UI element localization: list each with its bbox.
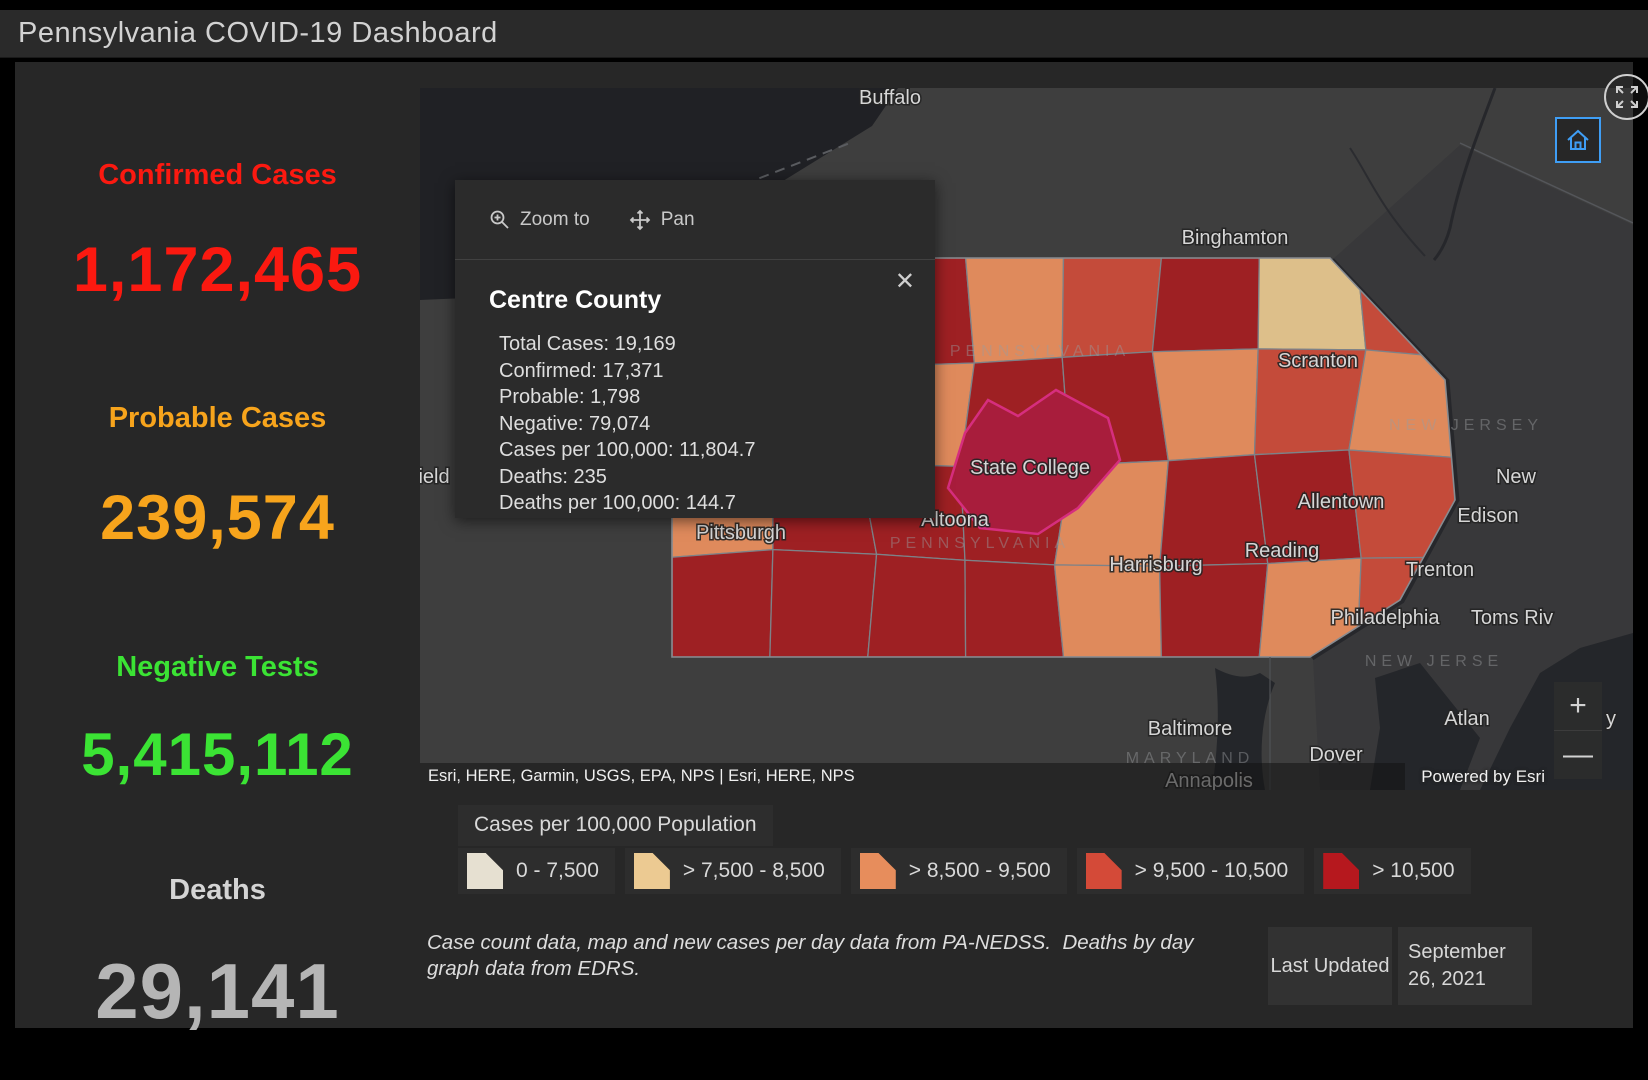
legend-swatch-icon (467, 853, 503, 889)
last-updated-value: September 26, 2021 (1398, 927, 1532, 1005)
popup-county-stats: Total Cases: 19,169 Confirmed: 17,371 Prob… (455, 315, 935, 517)
pan-icon (629, 209, 650, 230)
county-polygon[interactable] (1158, 562, 1269, 657)
legend-item: > 9,500 - 10,500 (1076, 848, 1305, 894)
map-region-label: NEW JERSE (1365, 653, 1503, 670)
popup-stat-line: Confirmed: 17,371 (499, 359, 664, 382)
page-title: Pennsylvania COVID-19 Dashboard (18, 17, 498, 49)
header-bar: Pennsylvania COVID-19 Dashboard (0, 10, 1648, 58)
popup-stat-line: Deaths: 235 (499, 465, 607, 488)
county-polygon[interactable] (867, 553, 967, 657)
stat-label: Probable Cases (108, 402, 327, 434)
popup-stat-line: Cases per 100,000: 11,804.7 (499, 439, 756, 461)
data-source-note: Case count data, map and new cases per d… (427, 931, 1200, 980)
county-polygon[interactable] (964, 559, 1065, 657)
map-city-label: Reading (1245, 540, 1320, 562)
map-city-label: Allentown (1298, 491, 1385, 513)
home-button[interactable] (1555, 117, 1601, 163)
powered-by-esri: Powered by Esri (1421, 767, 1545, 786)
stat-label: Deaths (169, 874, 266, 906)
map-region-label: PENNSYLVANIA (890, 535, 1070, 552)
map-city-label: Edison (1457, 505, 1518, 527)
stat-value: 239,574 (100, 483, 335, 553)
pan-label: Pan (660, 208, 695, 230)
map-city-label: Philadelphia (1331, 607, 1441, 629)
map-zoom-control: + — (1554, 682, 1602, 779)
legend-label: > 9,500 - 10,500 (1134, 859, 1289, 882)
legend-items: 0 - 7,500 > 7,500 - 8,500 > 8,500 - 9,500 >… (458, 848, 1471, 894)
map-city-label: Pittsburgh (696, 522, 786, 544)
map-city-label: Toms Riv (1471, 607, 1553, 629)
legend-label: > 7,500 - 8,500 (682, 859, 825, 882)
legend-label: > 8,500 - 9,500 (908, 859, 1051, 882)
map-legend: Cases per 100,000 Population 0 - 7,500 > … (458, 805, 1471, 894)
map-city-label: Trenton (1406, 559, 1474, 581)
home-icon (1567, 129, 1589, 150)
legend-item: > 8,500 - 9,500 (850, 848, 1067, 894)
popup-action-bar: Zoom to Pan (455, 180, 935, 260)
map-city-label: Harrisburg (1109, 554, 1202, 576)
legend-title: Cases per 100,000 Population (458, 805, 773, 846)
stat-value: 29,141 (95, 947, 340, 1035)
dashboard-root: Pennsylvania COVID-19 Dashboard Confirme… (0, 0, 1648, 1080)
map-city-label: Binghamton (1182, 227, 1289, 249)
zoom-to-label: Zoom to (520, 208, 590, 230)
county-polygon[interactable] (1151, 348, 1259, 462)
popup-stat-line: Negative: 79,074 (499, 412, 651, 435)
legend-label: > 10,500 (1372, 859, 1455, 882)
popup-stat-line: Probable: 1,798 (499, 386, 641, 408)
pan-button[interactable]: Pan (628, 208, 695, 232)
map-city-label: ield (420, 466, 450, 488)
expand-button[interactable] (1604, 74, 1648, 120)
county-polygon[interactable] (1151, 258, 1260, 353)
popup-stat-line: Deaths per 100,000: 144.7 (499, 492, 736, 514)
popup-county-title: Centre County (489, 286, 662, 314)
popup-close-icon[interactable]: ✕ (895, 270, 915, 294)
map-region-label: PENNSYLVANIA (950, 343, 1130, 360)
county-polygon[interactable] (672, 548, 774, 657)
map-city-label: Scranton (1278, 350, 1358, 372)
legend-label: 0 - 7,500 (516, 859, 599, 882)
stat-label: Negative Tests (116, 651, 319, 683)
map-attribution: Esri, HERE, Garmin, USGS, EPA, NPS | Esr… (420, 763, 1405, 790)
map-city-label: State College (970, 457, 1090, 479)
legend-swatch-icon (1323, 853, 1360, 889)
expand-icon (1616, 86, 1638, 108)
map-city-label: Baltimore (1148, 718, 1232, 740)
zoom-in-button[interactable]: + (1554, 682, 1602, 730)
zoom-out-button[interactable]: — (1554, 731, 1602, 779)
county-polygon[interactable] (1053, 564, 1163, 657)
map-city-label: New (1496, 466, 1537, 488)
stat-value: 5,415,112 (81, 721, 354, 788)
legend-item: > 10,500 (1314, 848, 1471, 894)
map-city-label: Atlan (1444, 708, 1490, 730)
county-popup: Zoom to Pan ✕ Centre County Total Cases:… (455, 180, 935, 518)
county-polygon[interactable] (769, 548, 878, 657)
stat-value: 1,172,465 (72, 235, 363, 305)
map-region-label: NEW JERSEY (1389, 417, 1543, 434)
legend-item: 0 - 7,500 (458, 848, 615, 894)
map-city-label: Buffalo (859, 88, 921, 109)
stat-label: Confirmed Cases (98, 159, 337, 191)
zoom-to-icon (490, 210, 509, 229)
zoom-to-button[interactable]: Zoom to (489, 209, 590, 231)
legend-swatch-icon (1085, 853, 1122, 889)
map-city-label: y (1606, 708, 1616, 730)
popup-stat-line: Total Cases: 19,169 (499, 333, 676, 355)
legend-swatch-icon (859, 853, 896, 889)
last-updated-label: Last Updated (1268, 927, 1392, 1005)
legend-swatch-icon (633, 853, 670, 889)
legend-item: > 7,500 - 8,500 (624, 848, 841, 894)
